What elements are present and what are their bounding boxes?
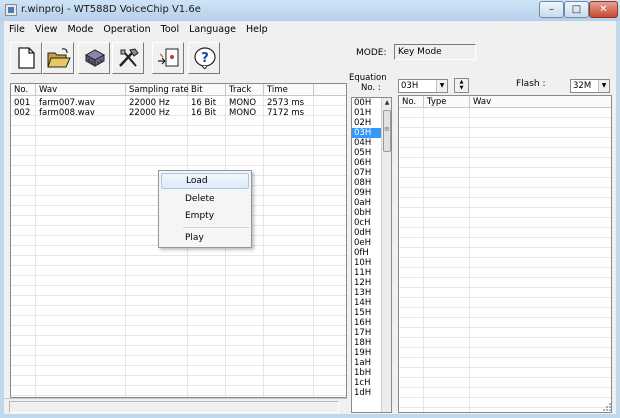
mode-label: MODE: xyxy=(356,48,387,58)
cell-track: MONO xyxy=(229,108,257,118)
wav-table-header: No. Wav Sampling rate Bit Track Time xyxy=(11,84,346,96)
ctx-play[interactable]: Play xyxy=(161,230,249,246)
open-button[interactable] xyxy=(42,42,74,74)
cell-no: 002 xyxy=(14,108,31,118)
help-icon: ? xyxy=(194,47,216,69)
col-sampling-rate[interactable]: Sampling rate xyxy=(126,84,189,96)
menu-separator xyxy=(183,227,249,228)
title-bar: r.winproj - WT588D VoiceChip V1.6e – □ ✕ xyxy=(0,0,620,21)
cell-sampling-rate: 22000 Hz xyxy=(129,108,170,118)
menu-operation[interactable]: Operation xyxy=(98,24,155,35)
equation-scrollbar[interactable]: ▲ xyxy=(381,98,391,412)
col-track[interactable]: Track xyxy=(226,84,264,96)
menu-help[interactable]: Help xyxy=(241,24,273,35)
table-row[interactable]: 002 farm008.wav 22000 Hz 16 Bit MONO 717… xyxy=(11,108,346,118)
ctx-empty[interactable]: Empty xyxy=(161,208,249,224)
window-title: r.winproj - WT588D VoiceChip V1.6e xyxy=(21,4,201,15)
menu-tool[interactable]: Tool xyxy=(156,24,184,35)
col-type[interactable]: Type xyxy=(424,96,470,108)
app-icon[interactable] xyxy=(5,4,17,16)
cell-wav: farm008.wav xyxy=(39,108,95,118)
equation-no-label: No. : xyxy=(361,83,381,93)
status-pane xyxy=(9,401,339,413)
cell-bit: 16 Bit xyxy=(191,98,217,108)
svg-text:?: ? xyxy=(201,51,209,66)
scroll-up-icon[interactable]: ▲ xyxy=(382,98,391,108)
col-bit[interactable]: Bit xyxy=(188,84,226,96)
maximize-button[interactable]: □ xyxy=(564,1,589,18)
col-time[interactable]: Time xyxy=(264,84,314,96)
cell-no: 001 xyxy=(14,98,31,108)
tools-button[interactable] xyxy=(112,42,144,74)
ctx-delete[interactable]: Delete xyxy=(161,191,249,207)
mode-value: Key Mode xyxy=(394,44,476,60)
chip-button[interactable] xyxy=(78,42,110,74)
status-bar xyxy=(4,398,347,414)
voice-chip-icon xyxy=(84,49,106,67)
tools-icon xyxy=(119,48,139,67)
menu-view[interactable]: View xyxy=(30,24,63,35)
menu-language[interactable]: Language xyxy=(184,24,241,35)
equation-table-header: No. Type Wav xyxy=(399,96,611,108)
flash-combo[interactable]: 32M ▼ xyxy=(570,79,610,93)
equation-combo-value: 03H xyxy=(401,81,419,91)
resize-grip-icon[interactable] xyxy=(600,402,612,412)
spin-down-icon[interactable]: ▼ xyxy=(455,85,468,91)
col-no[interactable]: No. xyxy=(399,96,424,108)
equation-combo[interactable]: 03H ▼ xyxy=(398,79,448,93)
new-button[interactable] xyxy=(10,42,42,74)
load-button[interactable] xyxy=(152,42,184,74)
flash-combo-value: 32M xyxy=(573,81,592,91)
ctx-load[interactable]: Load xyxy=(161,173,249,189)
table-row[interactable]: 001 farm007.wav 22000 Hz 16 Bit MONO 257… xyxy=(11,98,346,108)
menu-mode[interactable]: Mode xyxy=(62,24,98,35)
menu-bar: File View Mode Operation Tool Language H… xyxy=(4,21,616,38)
equation-spinner[interactable]: ▲ ▼ xyxy=(454,78,469,93)
minimize-button[interactable]: – xyxy=(539,1,564,18)
equation-table[interactable]: No. Type Wav xyxy=(398,95,612,413)
chevron-down-icon[interactable]: ▼ xyxy=(436,80,447,92)
scroll-thumb[interactable] xyxy=(383,110,391,152)
cell-wav: farm007.wav xyxy=(39,98,95,108)
equation-label: Equation xyxy=(349,73,387,83)
context-menu: Load Delete Empty Play xyxy=(158,170,252,248)
load-to-chip-icon xyxy=(158,48,179,67)
cell-time: 7172 ms xyxy=(267,108,305,118)
cell-track: MONO xyxy=(229,98,257,108)
equation-listbox[interactable]: 00H 01H 02H 03H 04H 05H 06H 07H 08H 09H 0aH 0bH 0cH 0… xyxy=(351,97,392,413)
cell-sampling-rate: 22000 Hz xyxy=(129,98,170,108)
client-area: File View Mode Operation Tool Language H… xyxy=(4,21,616,414)
open-folder-icon xyxy=(47,48,71,68)
col-wav[interactable]: Wav xyxy=(470,96,611,108)
new-file-icon xyxy=(18,47,35,69)
chevron-down-icon[interactable]: ▼ xyxy=(598,80,609,92)
col-no[interactable]: No. xyxy=(11,84,36,96)
help-button[interactable]: ? xyxy=(188,42,220,74)
close-button[interactable]: ✕ xyxy=(589,1,618,18)
col-wav[interactable]: Wav xyxy=(36,84,126,96)
cell-time: 2573 ms xyxy=(267,98,305,108)
cell-bit: 16 Bit xyxy=(191,108,217,118)
menu-file[interactable]: File xyxy=(4,24,30,35)
flash-label: Flash : xyxy=(516,79,546,89)
